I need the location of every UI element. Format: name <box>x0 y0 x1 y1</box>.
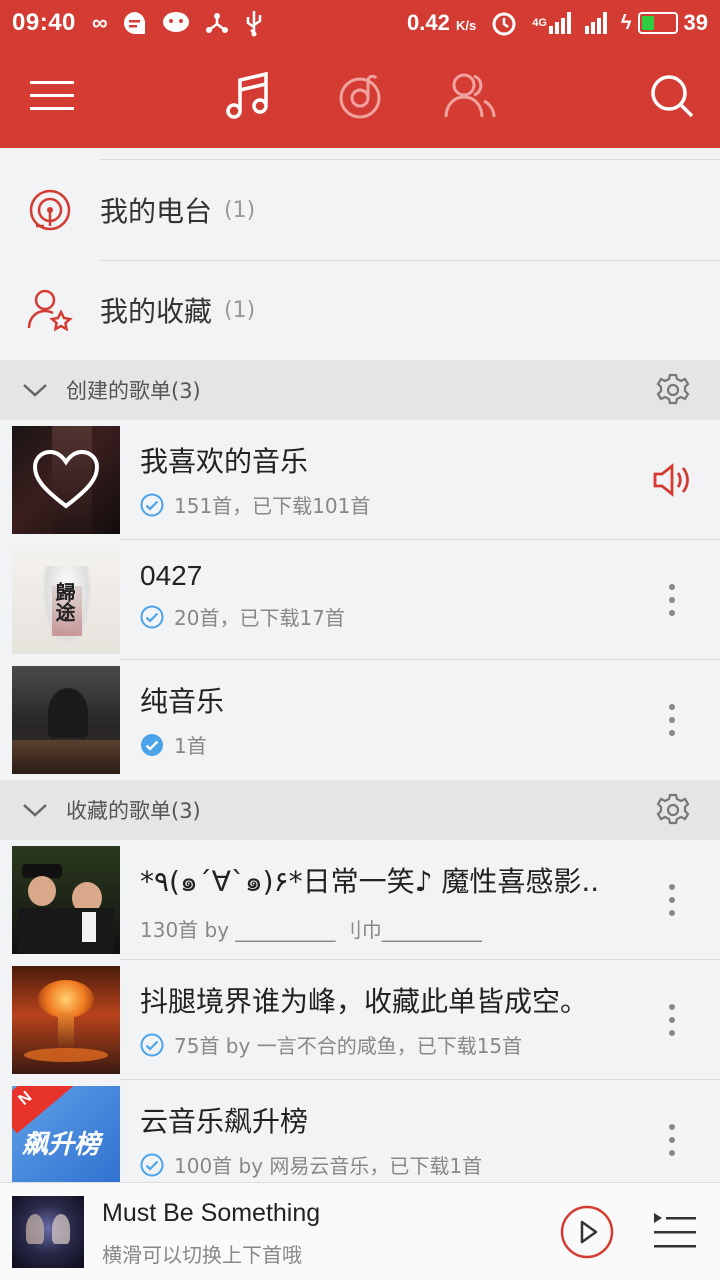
battery-icon <box>637 12 678 34</box>
playlist-name: *٩(๑´∀`๑)۶*日常一笑♪ 魔性喜感影.. <box>140 865 600 898</box>
tab-discover[interactable] <box>330 66 390 126</box>
playlist-cover: N 飙升榜 <box>12 1086 120 1182</box>
menu-label: 我的收藏 <box>100 295 213 328</box>
heart-icon <box>32 450 100 509</box>
tab-friends[interactable] <box>440 66 500 126</box>
menu-my-radio[interactable]: 我的电台 (1) <box>0 160 720 260</box>
playlist-name: 云音乐飙升榜 <box>140 1105 309 1138</box>
playlist-cover <box>12 426 120 534</box>
wechat-icon <box>162 12 189 32</box>
playlist-row-daily-laugh[interactable]: *٩(๑´∀`๑)۶*日常一笑♪ 魔性喜感影.. 130首 by _______… <box>0 840 720 960</box>
playlist-meta: 75首 by 一言不合的咸鱼，已下载15首 <box>174 1034 523 1058</box>
playlist-meta: 20首，已下载17首 <box>174 606 345 630</box>
search-button[interactable] <box>642 66 702 126</box>
my-music-content: 我的电台 (1) 我的收藏 (1) 创建的歌单(3) 我喜欢的音乐 151首，已… <box>0 148 720 1182</box>
chevron-down-icon <box>23 804 47 817</box>
playlist-meta: 100首 by 网易云音乐，已下载1首 <box>174 1154 483 1178</box>
playlist-name: 我喜欢的音乐 <box>140 445 309 478</box>
menu-label: 我的电台 <box>100 195 213 228</box>
downloaded-check-icon <box>140 493 164 516</box>
more-options-button[interactable] <box>660 580 684 620</box>
menu-my-collection[interactable]: 我的收藏 (1) <box>0 260 720 360</box>
now-playing-speaker-icon <box>653 463 689 497</box>
playlist-name: 纯音乐 <box>140 685 225 718</box>
now-playing-title: Must Be Something <box>102 1199 321 1227</box>
downloaded-check-icon <box>140 1153 164 1176</box>
playlist-name: 0427 <box>140 560 203 591</box>
menu-button[interactable] <box>22 66 82 126</box>
now-playing-cover <box>12 1196 84 1268</box>
playlist-cover <box>12 846 120 954</box>
status-time: 09:40 <box>12 9 76 36</box>
radio-icon <box>29 189 71 231</box>
infinity-icon: ∞ <box>91 10 108 35</box>
playlist-row-0427[interactable]: 歸途 0427 20首，已下载17首 <box>0 540 720 660</box>
more-options-button[interactable] <box>660 1120 684 1160</box>
playlist-name: 抖腿境界谁为峰，收藏此单皆成空。 <box>140 985 589 1018</box>
downloaded-check-icon <box>140 1033 164 1056</box>
section-title: 收藏的歌单(3) <box>66 799 201 823</box>
top-nav-bar <box>0 46 720 148</box>
downloaded-check-icon <box>140 605 164 628</box>
downloaded-check-icon-filled <box>141 733 163 756</box>
gear-icon[interactable] <box>656 793 690 827</box>
signal-icon-2 <box>584 12 607 34</box>
created-playlists-header[interactable]: 创建的歌单(3) <box>0 360 720 420</box>
search-icon <box>651 75 694 118</box>
signal-icon <box>548 12 571 34</box>
network-speed: 0.42 K/s <box>407 10 477 35</box>
playlist-meta: 1首 <box>174 734 207 758</box>
cover-title: 飙升榜 <box>22 1130 101 1160</box>
playlist-meta: 151首，已下载101首 <box>174 494 371 518</box>
playlist-cover <box>12 966 120 1074</box>
playlist-cover: 歸途 <box>12 546 120 654</box>
alarm-icon <box>492 12 516 36</box>
playlist-cover <box>12 666 120 774</box>
usb-icon <box>246 11 261 37</box>
tab-my-music[interactable] <box>218 66 278 126</box>
network-type: 4G <box>532 17 547 29</box>
chevron-down-icon <box>23 384 47 397</box>
gear-icon[interactable] <box>656 373 690 407</box>
playlist-meta: 130首 by __________ 刂巾__________ <box>140 918 482 942</box>
more-options-button[interactable] <box>660 880 684 920</box>
music-note-icon <box>226 71 268 119</box>
menu-icon <box>30 81 74 110</box>
charging-icon: ϟ <box>620 11 632 34</box>
person-star-icon <box>27 289 73 332</box>
mini-player[interactable]: Must Be Something 横滑可以切换上下首哦 <box>0 1182 720 1280</box>
chat-bubble-icon <box>123 12 145 34</box>
playlist-row-leg-shaking[interactable]: 抖腿境界谁为峰，收藏此单皆成空。 75首 by 一言不合的咸鱼，已下载15首 <box>0 960 720 1080</box>
playlist-row-liked[interactable]: 我喜欢的音乐 151首，已下载101首 <box>0 420 720 540</box>
collected-playlists-header[interactable]: 收藏的歌单(3) <box>0 780 720 840</box>
playlist-row-rising-chart[interactable]: N 飙升榜 云音乐飙升榜 100首 by 网易云音乐，已下载1首 <box>0 1080 720 1182</box>
netease-logo-icon <box>339 74 381 119</box>
battery-level: 39 <box>683 10 708 35</box>
section-title: 创建的歌单(3) <box>66 379 201 403</box>
menu-count: (1) <box>224 297 256 323</box>
more-options-button[interactable] <box>660 700 684 740</box>
status-bar: 09:40 ∞ 0.42 K/s 4G ϟ 39 <box>0 0 720 46</box>
playlist-row-pure-music[interactable]: 纯音乐 1首 <box>0 660 720 780</box>
menu-count: (1) <box>224 197 256 223</box>
playlist-queue-button[interactable] <box>652 1211 696 1253</box>
more-options-button[interactable] <box>660 1000 684 1040</box>
play-button[interactable] <box>560 1205 614 1259</box>
share-icon <box>205 13 228 33</box>
friends-icon <box>444 73 496 118</box>
swipe-hint: 横滑可以切换上下首哦 <box>102 1243 302 1267</box>
